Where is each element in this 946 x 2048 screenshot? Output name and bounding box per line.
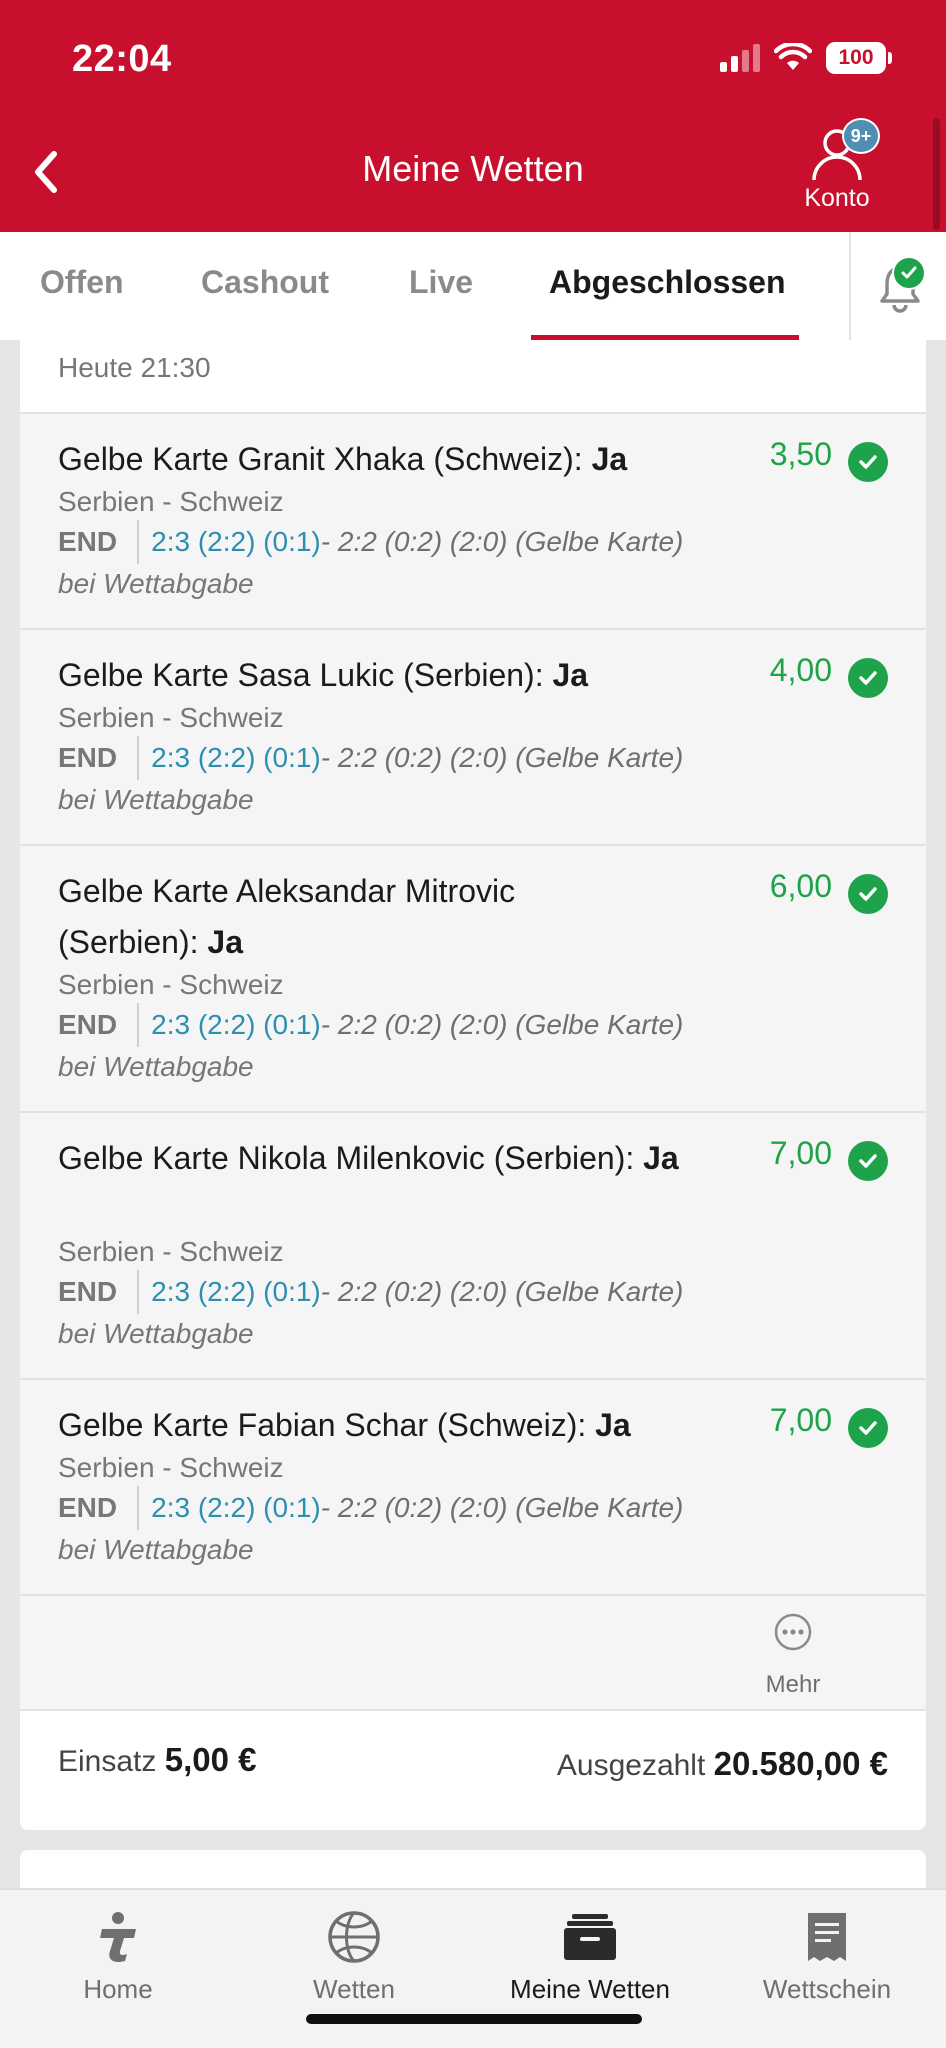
leg-odds: 3,50 [769, 436, 832, 472]
leg-odds: 4,00 [769, 652, 832, 688]
tab-abgeschlossen[interactable]: Abgeschlossen [549, 264, 786, 301]
bet-date: Heute 21:30 [58, 352, 211, 383]
leg-title: Gelbe Karte Aleksandar Mitrovic (Serbien… [58, 873, 516, 960]
leg-status: END [58, 1276, 118, 1307]
leg-odds: 6,00 [769, 868, 832, 904]
check-icon [848, 874, 888, 914]
bet-leg: Gelbe Karte Aleksandar Mitrovic (Serbien… [20, 844, 926, 1111]
leg-match: Serbien - Schweiz [58, 486, 284, 517]
more-button[interactable]: Mehr [738, 1612, 848, 1699]
nav-home[interactable]: Home [18, 1908, 218, 2005]
check-icon [848, 1408, 888, 1448]
leg-status: END [58, 742, 118, 773]
app-header: 22:04 100 Meine Wetten 9+ Konto [0, 0, 946, 232]
tab-cashout[interactable]: Cashout [201, 264, 329, 301]
payout-label: Ausgezahlt [556, 1749, 706, 1782]
nav-wetten-label: Wetten [313, 1974, 395, 2004]
betslip-icon [808, 1913, 846, 1961]
payout-value: 20.580,00 € [713, 1745, 888, 1782]
nav-meine-wetten-label: Meine Wetten [510, 1974, 670, 2004]
notification-badge: 9+ [842, 118, 880, 154]
leg-note: bei Wettabgabe [58, 568, 254, 599]
check-icon [848, 1141, 888, 1181]
more-dots-icon [774, 1613, 812, 1651]
tab-bar: Offen Cashout Live Abgeschlossen [0, 232, 946, 340]
leg-status: END [58, 1009, 118, 1040]
leg-detail: - 2:2 (0:2) (2:0) (Gelbe Karte) [320, 1009, 684, 1040]
my-bets-icon [564, 1914, 616, 1960]
stake-label: Einsatz [58, 1745, 157, 1778]
status-icons: 100 [720, 42, 892, 74]
bottom-nav: Home Wetten Meine Wetten Wettschein [0, 1888, 946, 2048]
leg-score: 2:3 (2:2) (0:1) [151, 1276, 321, 1307]
leg-title: Gelbe Karte Sasa Lukic (Serbien): Ja [58, 657, 589, 693]
leg-result: END 2:3 (2:2) (0:1) - 2:2 (0:2) (2:0) (Gel… [58, 736, 683, 780]
leg-note: bei Wettabgabe [58, 784, 254, 815]
leg-match: Serbien - Schweiz [58, 1236, 284, 1267]
tab-live[interactable]: Live [409, 264, 473, 301]
leg-pick: Ja [595, 1407, 631, 1443]
stake: Einsatz 5,00 € [58, 1741, 256, 1779]
leg-score: 2:3 (2:2) (0:1) [151, 1009, 321, 1040]
leg-title: Gelbe Karte Fabian Schar (Schweiz): Ja [58, 1407, 631, 1443]
bet-leg: Gelbe Karte Fabian Schar (Schweiz): Ja 7… [20, 1378, 926, 1594]
leg-detail: - 2:2 (0:2) (2:0) (Gelbe Karte) [320, 1276, 684, 1307]
sports-ball-icon [328, 1911, 380, 1963]
check-icon [848, 658, 888, 698]
leg-match: Serbien - Schweiz [58, 969, 284, 1000]
home-indicator[interactable] [306, 2014, 642, 2024]
leg-title: Gelbe Karte Granit Xhaka (Schweiz): Ja [58, 441, 628, 477]
battery-icon: 100 [826, 42, 892, 74]
leg-status: END [58, 526, 118, 557]
leg-detail: - 2:2 (0:2) (2:0) (Gelbe Karte) [320, 1492, 684, 1523]
leg-pick: Ja [643, 1140, 679, 1176]
leg-pick: Ja [552, 657, 589, 693]
bet-card[interactable]: Heute 21:30 Gelbe Karte Granit Xhaka (Sc… [20, 340, 926, 1830]
leg-score: 2:3 (2:2) (0:1) [151, 1492, 321, 1523]
wifi-icon [774, 43, 812, 70]
leg-status: END [58, 1492, 118, 1523]
tab-offen[interactable]: Offen [40, 264, 124, 301]
nav-home-label: Home [83, 1974, 153, 2004]
check-badge-icon [892, 256, 926, 290]
leg-pick: Ja [207, 924, 243, 960]
leg-detail: - 2:2 (0:2) (2:0) (Gelbe Karte) [320, 526, 684, 557]
bet-leg: Gelbe Karte Sasa Lukic (Serbien): Ja 4,0… [20, 628, 926, 844]
payout: Ausgezahlt 20.580,00 € [557, 1745, 888, 1783]
leg-pick: Ja [591, 441, 628, 477]
leg-score: 2:3 (2:2) (0:1) [151, 742, 321, 773]
leg-match: Serbien - Schweiz [58, 1452, 284, 1483]
leg-match: Serbien - Schweiz [58, 702, 284, 733]
check-icon [848, 442, 888, 482]
leg-result: END 2:3 (2:2) (0:1) - 2:2 (0:2) (2:0) (Gel… [58, 520, 683, 564]
leg-score: 2:3 (2:2) (0:1) [151, 526, 321, 557]
leg-note: bei Wettabgabe [58, 1534, 254, 1565]
leg-odds: 7,00 [769, 1402, 832, 1438]
leg-result: END 2:3 (2:2) (0:1) - 2:2 (0:2) (2:0) (Gel… [58, 1270, 683, 1314]
leg-detail: - 2:2 (0:2) (2:0) (Gelbe Karte) [320, 742, 684, 773]
bet-summary: Einsatz 5,00 € Ausgezahlt 20.580,00 € [20, 1709, 926, 1830]
leg-note: bei Wettabgabe [58, 1318, 254, 1349]
bet-leg: Gelbe Karte Nikola Milenkovic (Serbien):… [20, 1111, 926, 1378]
more-row: Mehr [20, 1594, 926, 1709]
bet-leg: Gelbe Karte Granit Xhaka (Schweiz): Ja 3… [20, 412, 926, 628]
cellular-signal-icon [720, 44, 760, 72]
stake-value: 5,00 € [164, 1741, 257, 1778]
leg-note: bei Wettabgabe [58, 1051, 254, 1082]
scroll-indicator [933, 118, 940, 230]
leg-title: Gelbe Karte Nikola Milenkovic (Serbien):… [58, 1140, 679, 1176]
tipico-home-icon [100, 1912, 136, 1962]
status-time: 22:04 [72, 38, 172, 80]
nav-wetten[interactable]: Wetten [254, 1908, 454, 2005]
tab-divider [849, 232, 851, 340]
nav-wettschein[interactable]: Wettschein [727, 1908, 927, 2005]
account-button[interactable]: 9+ Konto [782, 118, 892, 218]
account-label: Konto [804, 184, 870, 212]
more-label: Mehr [765, 1671, 821, 1698]
nav-wettschein-label: Wettschein [762, 1974, 892, 2004]
leg-odds: 7,00 [769, 1135, 832, 1171]
leg-result: END 2:3 (2:2) (0:1) - 2:2 (0:2) (2:0) (Gel… [58, 1003, 683, 1047]
leg-result: END 2:3 (2:2) (0:1) - 2:2 (0:2) (2:0) (Gel… [58, 1486, 683, 1530]
nav-meine-wetten[interactable]: Meine Wetten [490, 1908, 690, 2005]
